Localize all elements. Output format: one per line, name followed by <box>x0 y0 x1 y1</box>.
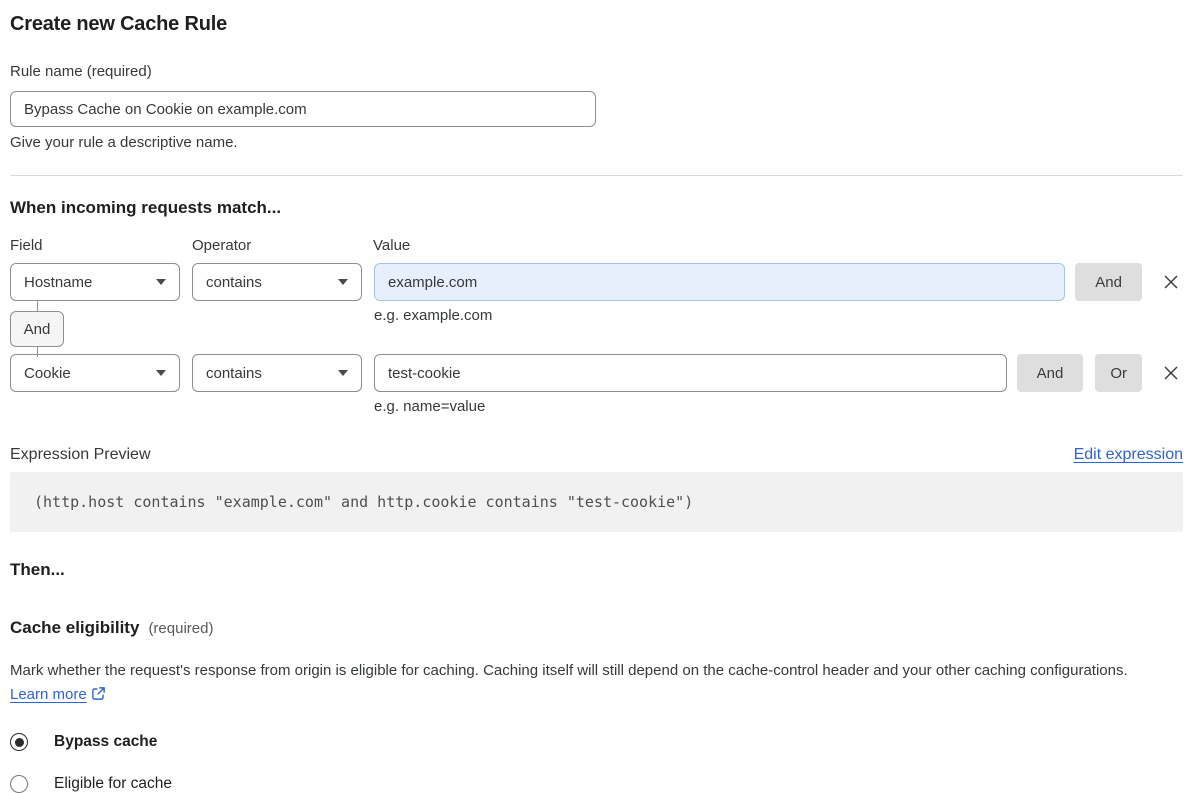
condition-row: Cookie contains And Or e.g. name=valu <box>10 354 1183 415</box>
rule-name-input[interactable] <box>10 91 596 127</box>
condition-rows: Hostname contains And e.g. example.com <box>10 263 1183 415</box>
operator-select[interactable]: contains <box>192 263 362 301</box>
connector-and-button[interactable]: And <box>10 311 64 347</box>
cache-eligibility-description: Mark whether the request's response from… <box>10 659 1170 709</box>
chevron-down-icon <box>338 370 348 376</box>
radio-selected-icon[interactable] <box>10 733 28 751</box>
radio-label: Eligible for cache <box>54 775 173 792</box>
expression-preview-label: Expression Preview <box>10 446 151 463</box>
rule-name-help: Give your rule a descriptive name. <box>10 134 238 151</box>
connector-line <box>36 301 38 311</box>
value-input[interactable] <box>374 263 1066 301</box>
expression-code: (http.host contains "example.com" and ht… <box>34 493 694 511</box>
chevron-down-icon <box>156 279 166 285</box>
edit-expression-link[interactable]: Edit expression <box>1074 446 1183 464</box>
external-link-icon <box>91 687 106 705</box>
field-select[interactable]: Cookie <box>10 354 180 392</box>
radio-option-eligible-for-cache[interactable]: Eligible for cache <box>10 775 1183 793</box>
operator-column-label: Operator <box>192 237 252 254</box>
section-divider <box>10 175 1183 176</box>
field-select[interactable]: Hostname <box>10 263 180 301</box>
description-text: Mark whether the request's response from… <box>10 662 1128 679</box>
then-heading: Then... <box>10 560 65 579</box>
field-select-value: Cookie <box>24 364 71 382</box>
remove-condition-icon[interactable] <box>1161 363 1181 383</box>
radio-label: Bypass cache <box>54 733 158 750</box>
connector-line <box>36 347 38 357</box>
cache-eligibility-heading-row: Cache eligibility (required) <box>10 617 1183 639</box>
value-hint: e.g. name=value <box>374 398 486 415</box>
value-hint: e.g. example.com <box>374 307 493 324</box>
operator-select[interactable]: contains <box>192 354 362 392</box>
remove-condition-icon[interactable] <box>1161 272 1181 292</box>
operator-select-value: contains <box>206 273 262 291</box>
expression-preview-code-block: (http.host contains "example.com" and ht… <box>10 472 1183 532</box>
add-and-condition-button[interactable]: And <box>1075 263 1142 301</box>
expression-preview-header: Expression Preview Edit expression <box>10 446 1183 464</box>
radio-unselected-icon[interactable] <box>10 775 28 793</box>
create-cache-rule-page: Create new Cache Rule Rule name (require… <box>0 0 1200 793</box>
operator-select-value: contains <box>206 364 262 382</box>
condition-connector: And <box>10 301 64 357</box>
cache-eligibility-heading: Cache eligibility <box>10 618 140 637</box>
chevron-down-icon <box>338 279 348 285</box>
field-select-value: Hostname <box>24 273 93 291</box>
condition-column-labels: Field Operator Value <box>10 237 1183 254</box>
learn-more-link[interactable]: Learn more <box>10 686 87 703</box>
add-and-condition-button[interactable]: And <box>1016 354 1084 392</box>
page-title: Create new Cache Rule <box>10 13 227 35</box>
add-or-condition-button[interactable]: Or <box>1095 354 1142 392</box>
field-column-label: Field <box>10 237 43 254</box>
value-input[interactable] <box>374 354 1007 392</box>
value-column-label: Value <box>373 237 411 254</box>
rule-name-label: Rule name (required) <box>10 63 152 80</box>
required-tag: (required) <box>148 620 214 637</box>
chevron-down-icon <box>156 370 166 376</box>
rule-name-section: Rule name (required) Give your rule a de… <box>10 62 1183 151</box>
match-heading: When incoming requests match... <box>10 198 282 217</box>
condition-row: Hostname contains And e.g. example.com <box>10 263 1183 357</box>
radio-option-bypass-cache[interactable]: Bypass cache <box>10 733 1183 751</box>
